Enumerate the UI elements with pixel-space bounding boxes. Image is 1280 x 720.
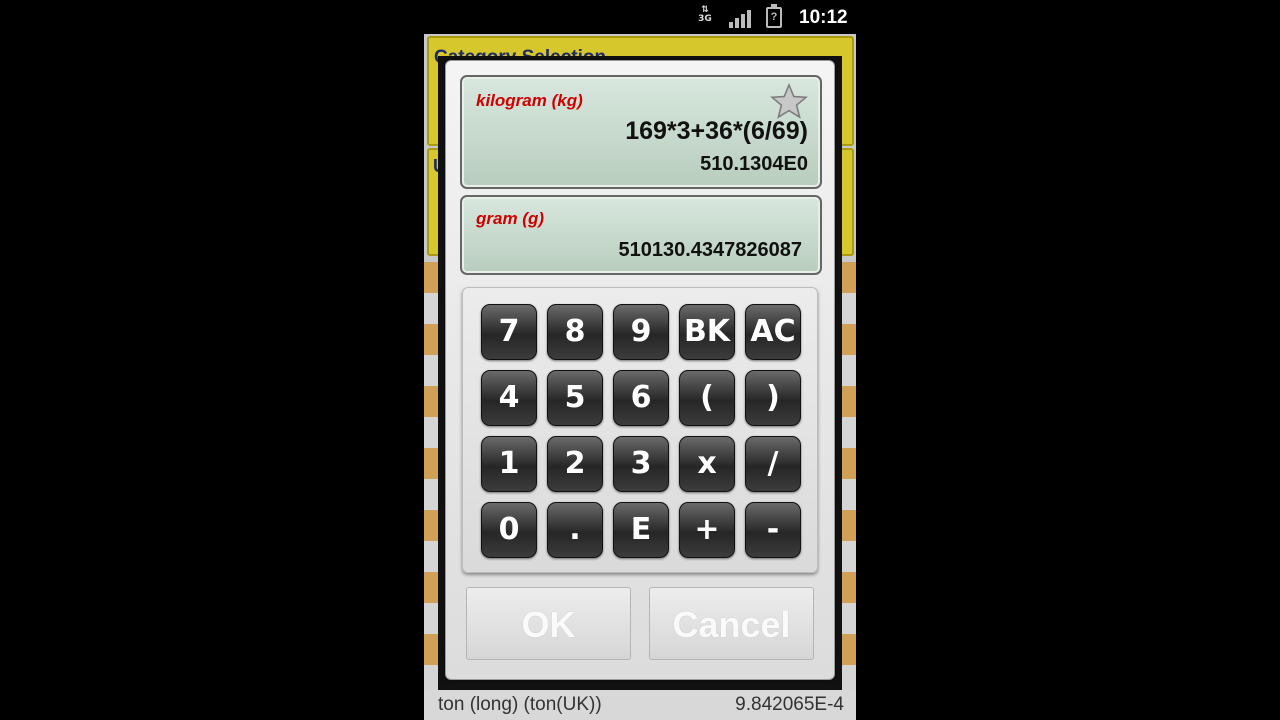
expression-text: 169*3+36*(6/69) [625,117,808,145]
key-exponent[interactable]: E [613,502,669,558]
key-1[interactable]: 1 [481,436,537,492]
key-backspace[interactable]: BK [679,304,735,360]
key-7[interactable]: 7 [481,304,537,360]
key-minus[interactable]: - [745,502,801,558]
input-display[interactable]: kilogram (kg) 169*3+36*(6/69) 510.1304E0 [460,75,822,189]
star-icon[interactable] [770,83,808,121]
key-divide[interactable]: / [745,436,801,492]
key-open-paren[interactable]: ( [679,370,735,426]
key-2[interactable]: 2 [547,436,603,492]
key-plus[interactable]: + [679,502,735,558]
output-display: gram (g) 510130.4347826087 [460,195,822,275]
key-6[interactable]: 6 [613,370,669,426]
cancel-button[interactable]: Cancel [649,587,814,660]
from-result: 510.1304E0 [700,153,808,175]
key-close-paren[interactable]: ) [745,370,801,426]
key-all-clear[interactable]: AC [745,304,801,360]
calculator-dialog: kilogram (kg) 169*3+36*(6/69) 510.1304E0… [445,60,835,680]
clock: 10:12 [799,7,848,28]
keypad: 7 8 9 BK AC 4 5 6() 1 2 3 x/ 0. E + - [462,287,818,573]
key-5[interactable]: 5 [547,370,603,426]
battery-icon: ? [766,4,782,28]
from-unit-label: kilogram (kg) [476,91,583,110]
status-bar: ⇅ 3G ? 10:12 [424,0,856,34]
key-3[interactable]: 3 [613,436,669,492]
network-3g-icon: ⇅ 3G [698,5,712,24]
key-multiply[interactable]: x [679,436,735,492]
list-item[interactable]: ton (long) (ton(UK)) 9.842065E-4 [424,690,856,720]
key-8[interactable]: 8 [547,304,603,360]
list-item-value: 9.842065E-4 [735,694,844,715]
list-item-unit: ton (long) (ton(UK)) [438,694,602,715]
to-result: 510130.4347826087 [618,239,802,261]
ok-button[interactable]: OK [466,587,631,660]
key-0[interactable]: 0 [481,502,537,558]
key-4[interactable]: 4 [481,370,537,426]
signal-icon [729,8,753,28]
key-decimal[interactable]: . [547,502,603,558]
key-9[interactable]: 9 [613,304,669,360]
to-unit-label: gram (g) [476,209,544,228]
